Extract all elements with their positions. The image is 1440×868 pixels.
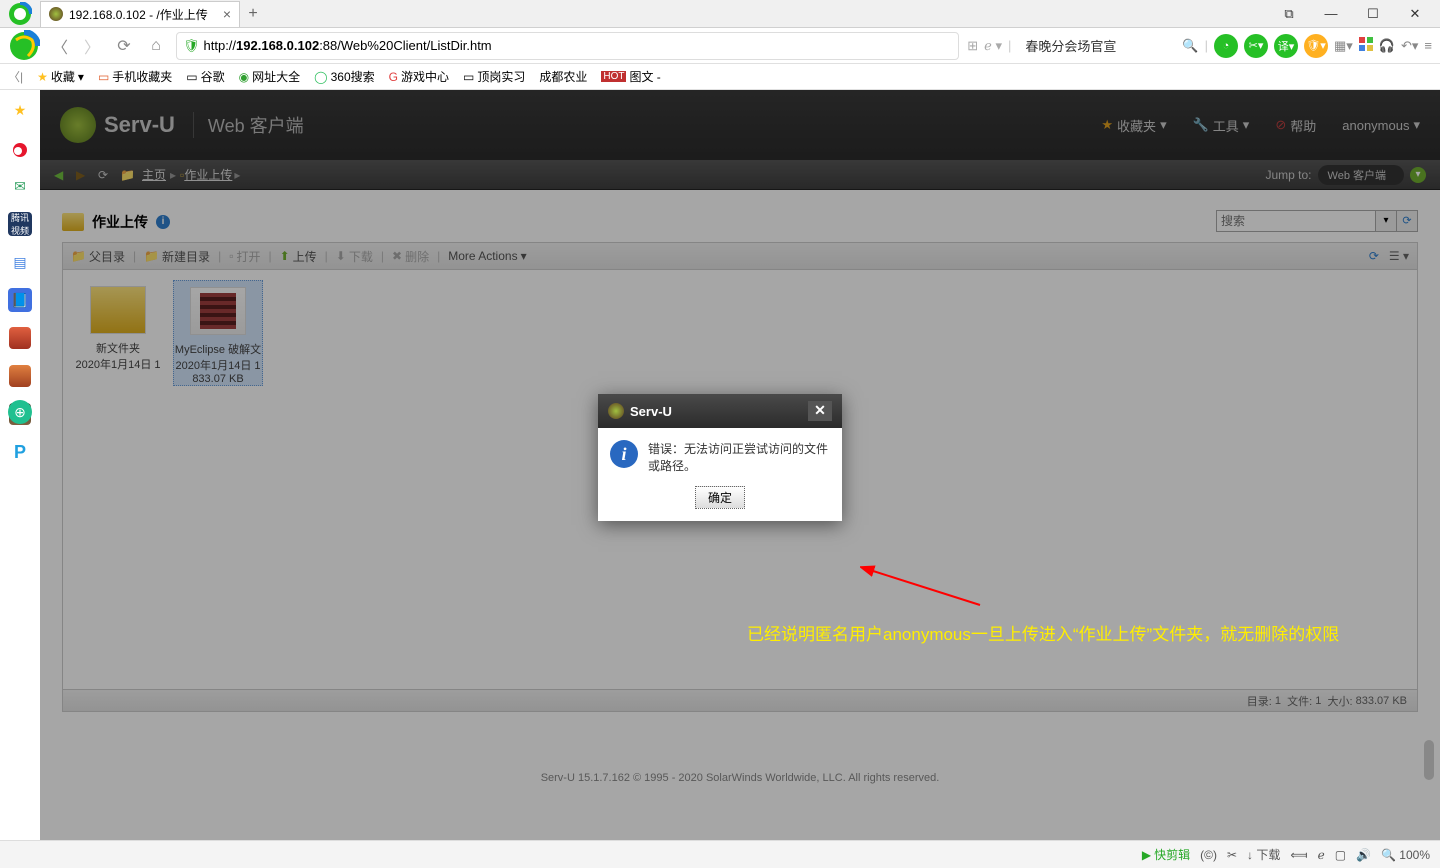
left-sidebar: ★ ✉ 腾讯视频 ▤ 📘 P ⊕ xyxy=(0,90,40,464)
new-tab-button[interactable]: + xyxy=(240,5,266,23)
ext-green-icon[interactable]: ◔ xyxy=(1214,34,1238,58)
dialog-info-icon: i xyxy=(610,440,638,468)
browser-status-bar: ▶ 快剪辑 (©) ✂ ↓ 下载 ⟽ ℯ ▢ 🔊 🔍 100% xyxy=(0,840,1440,868)
url-prefix: http:// xyxy=(204,38,237,53)
address-bar: 〈 〉 ⟳ ⌂ 🛡 http://192.168.0.102:88/Web%20… xyxy=(0,28,1440,64)
status-capture-icon[interactable]: (©) xyxy=(1200,848,1217,862)
url-input[interactable]: 🛡 http://192.168.0.102:88/Web%20Client/L… xyxy=(176,32,959,60)
tab-favicon xyxy=(49,7,63,21)
tab-bar: 192.168.0.102 - /作业上传 × + ⧉ — ☐ ✕ xyxy=(0,0,1440,28)
screenshot-icon[interactable]: ▦▾ xyxy=(1334,38,1353,54)
browser-tab[interactable]: 192.168.0.102 - /作业上传 × xyxy=(40,1,240,27)
shield-ext-icon[interactable]: 🛡▾ xyxy=(1304,34,1328,58)
news-headline[interactable]: 春晚分会场官宣 xyxy=(1017,36,1176,55)
status-flag-icon[interactable]: ⟽ xyxy=(1290,848,1307,862)
dialog-icon xyxy=(608,403,624,419)
home-button[interactable]: ⌂ xyxy=(144,34,168,58)
forward-button[interactable]: 〉 xyxy=(80,34,104,58)
browser-logo xyxy=(0,2,40,26)
dialog-ok-button[interactable]: 确定 xyxy=(695,486,745,509)
reload-button[interactable]: ⟳ xyxy=(112,34,136,58)
bm-expand-left[interactable]: 〈| xyxy=(8,68,23,85)
translate-icon[interactable]: 译▾ xyxy=(1274,34,1298,58)
menu-icon[interactable]: ≡ xyxy=(1424,38,1432,53)
browser-logo-large xyxy=(8,30,40,62)
sb-doc-icon[interactable]: ▤ xyxy=(8,250,32,274)
bm-360search[interactable]: ◯360搜索 xyxy=(314,68,374,85)
dialog-message: 错误：无法访问正尝试访问的文件或路径。 xyxy=(648,440,830,474)
status-download[interactable]: ↓ 下载 xyxy=(1247,846,1280,863)
scissors-icon[interactable]: ✂▾ xyxy=(1244,34,1268,58)
sb-game1-icon[interactable] xyxy=(8,326,32,350)
error-dialog: Serv-U ✕ i 错误：无法访问正尝试访问的文件或路径。 确定 xyxy=(598,394,842,521)
bookmarks-bar: 〈| ★收藏 ▾ ▭手机收藏夹 ▭谷歌 ◉网址大全 ◯360搜索 G游戏中心 ▭… xyxy=(0,64,1440,90)
sb-p-icon[interactable]: P xyxy=(8,440,32,464)
tab-close-icon[interactable]: × xyxy=(223,6,231,22)
search-icon[interactable]: 🔍 xyxy=(1182,38,1198,54)
close-window-button[interactable]: ✕ xyxy=(1398,6,1432,22)
sb-app1-icon[interactable]: 腾讯视频 xyxy=(8,212,32,236)
status-window-icon[interactable]: ▢ xyxy=(1335,848,1346,862)
qr-icon[interactable]: ⊞ xyxy=(967,38,978,54)
status-clip[interactable]: ▶ 快剪辑 xyxy=(1142,846,1190,863)
url-rest: :88/Web%20Client/ListDir.htm xyxy=(319,38,491,53)
sb-mail-icon[interactable]: ✉ xyxy=(8,174,32,198)
extension-icon[interactable]: ⧉ xyxy=(1272,6,1306,22)
window-controls: ⧉ — ☐ ✕ xyxy=(1272,6,1440,22)
bm-intern[interactable]: ▭顶岗实习 xyxy=(463,68,525,85)
tab-title: 192.168.0.102 - /作业上传 xyxy=(69,6,208,23)
status-block-icon[interactable]: ✂ xyxy=(1227,848,1237,862)
sb-weibo-icon[interactable] xyxy=(8,136,32,160)
bm-sites[interactable]: ◉网址大全 xyxy=(239,68,301,85)
status-e-icon[interactable]: ℯ xyxy=(1318,848,1325,862)
maximize-button[interactable]: ☐ xyxy=(1356,6,1390,22)
sb-plus-icon[interactable]: ⊕ xyxy=(8,400,32,424)
scrollbar[interactable] xyxy=(1424,740,1434,780)
bm-favorites[interactable]: ★收藏 ▾ xyxy=(37,68,84,85)
bm-google[interactable]: ▭谷歌 xyxy=(186,68,224,85)
dialog-titlebar[interactable]: Serv-U ✕ xyxy=(598,394,842,428)
bm-mobile[interactable]: ▭手机收藏夹 xyxy=(98,68,172,85)
sb-game2-icon[interactable] xyxy=(8,364,32,388)
bm-games[interactable]: G游戏中心 xyxy=(389,68,449,85)
sb-app2-icon[interactable]: 📘 xyxy=(8,288,32,312)
bm-chengdu[interactable]: 成都农业 xyxy=(539,68,587,85)
headphones-icon[interactable]: 🎧 xyxy=(1379,38,1395,54)
minimize-button[interactable]: — xyxy=(1314,6,1348,21)
annotation-arrow xyxy=(860,560,990,620)
bm-tuwen[interactable]: HOT图文 - xyxy=(601,68,660,85)
back-button[interactable]: 〈 xyxy=(48,34,72,58)
dialog-title: Serv-U xyxy=(630,404,672,419)
url-host: 192.168.0.102 xyxy=(236,38,319,53)
sb-star-icon[interactable]: ★ xyxy=(8,98,32,122)
annotation-text: 已经说明匿名用户anonymous一旦上传进入“作业上传”文件夹，就无删除的权限 xyxy=(747,620,1339,645)
status-zoom[interactable]: 🔍 100% xyxy=(1381,848,1430,862)
undo-icon[interactable]: ↶▾ xyxy=(1401,38,1418,54)
apps-icon[interactable] xyxy=(1359,37,1373,54)
shield-icon: 🛡 xyxy=(183,38,200,54)
dialog-close-button[interactable]: ✕ xyxy=(808,401,832,421)
status-sound-icon[interactable]: 🔊 xyxy=(1356,848,1371,862)
browser-e-icon[interactable]: ℯ ▾ xyxy=(984,38,1002,54)
